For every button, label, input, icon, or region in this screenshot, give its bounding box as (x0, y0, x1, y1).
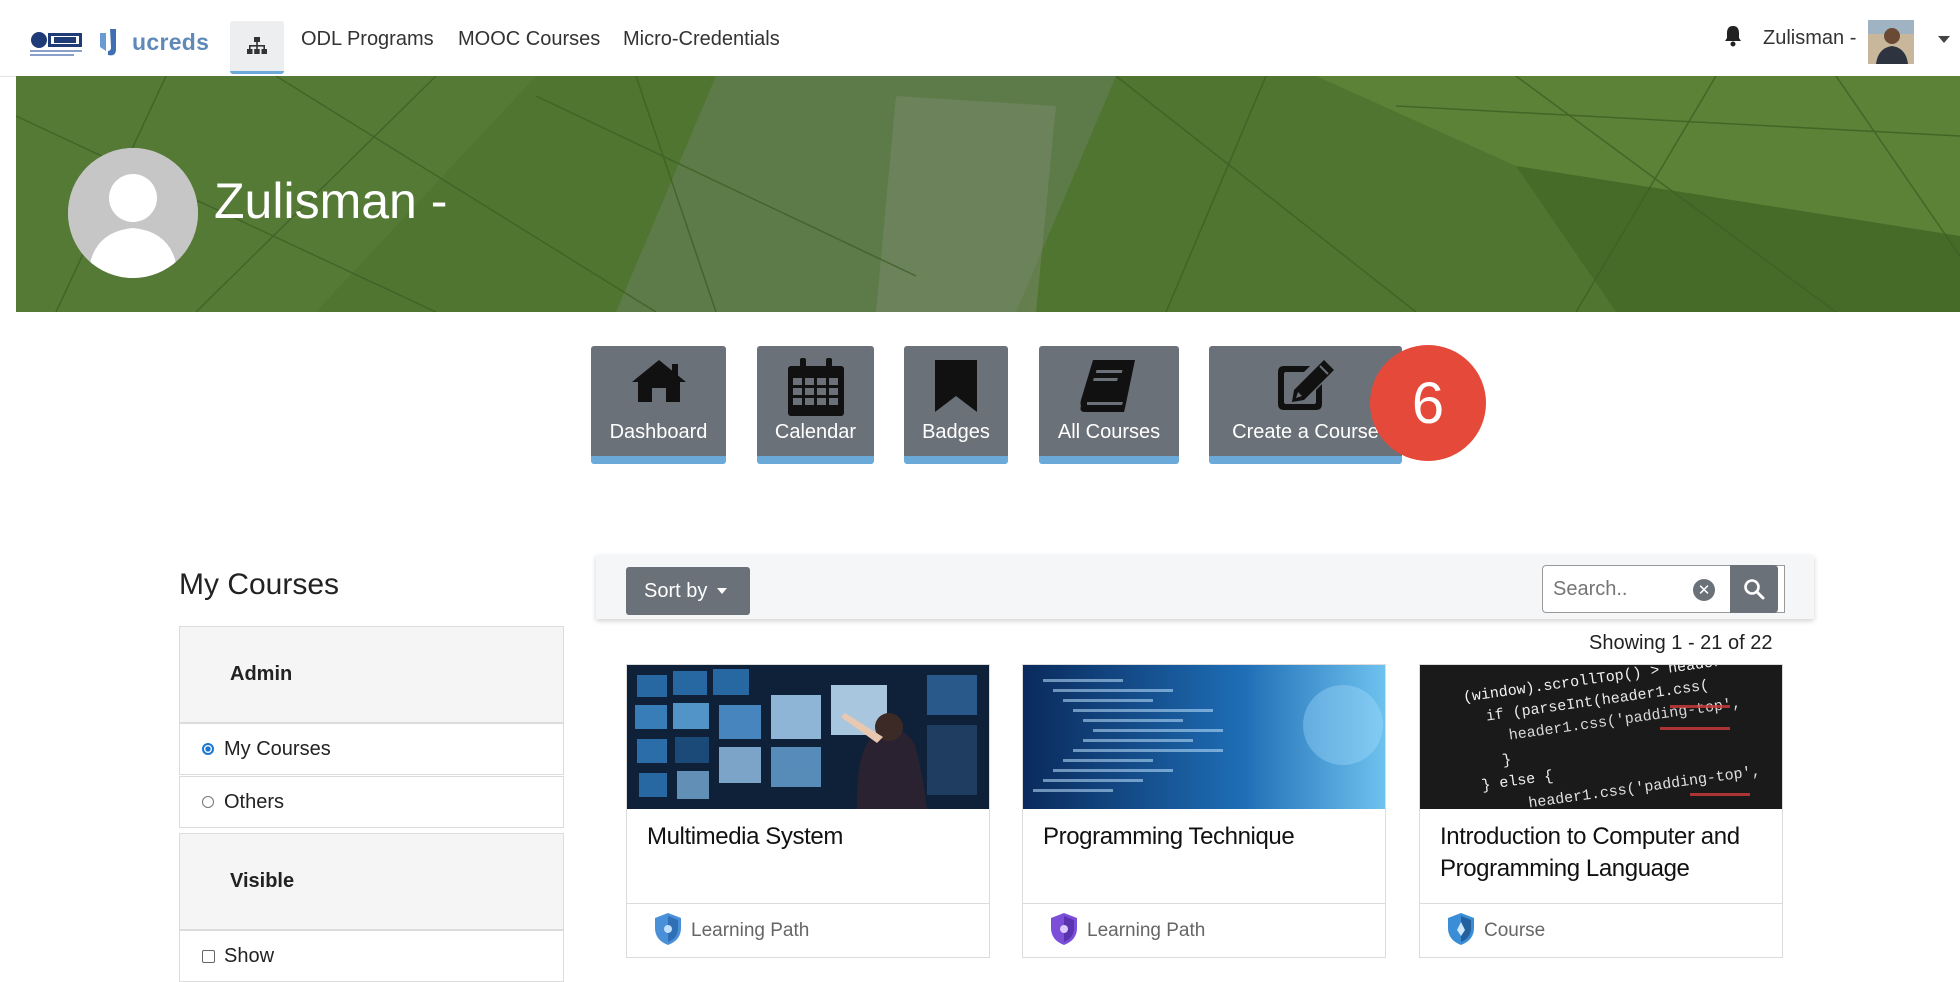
edit-icon (1277, 360, 1334, 410)
sort-by-button[interactable]: Sort by (626, 567, 750, 615)
course-type-label: Learning Path (1087, 920, 1206, 941)
sort-by-label: Sort by (644, 579, 708, 602)
shield-icon (655, 913, 681, 945)
tile-label: All Courses (1057, 421, 1161, 443)
course-toolbar: Sort by ✕ (596, 555, 1814, 619)
ucreds-logo[interactable]: ucreds (98, 26, 209, 58)
tile-dashboard[interactable]: Dashboard (591, 346, 726, 464)
nav-link-micro-credentials[interactable]: Micro-Credentials (623, 28, 780, 51)
course-title[interactable]: Introduction to Computer and Programming… (1440, 821, 1770, 885)
search-icon (1744, 579, 1765, 600)
filter-option-label: Show (224, 945, 275, 967)
nav-link-odl-programs[interactable]: ODL Programs (301, 28, 434, 51)
bookmark-icon (935, 360, 977, 412)
user-avatar[interactable] (1868, 20, 1914, 64)
course-type: Learning Path (1023, 903, 1385, 957)
nav-user-name[interactable]: Zulisman - (1763, 27, 1856, 50)
course-card-intro-computer-programming[interactable]: (window).scrollTop() > header if (parseI… (1419, 664, 1783, 958)
book-icon (1080, 360, 1135, 412)
checkbox[interactable] (202, 950, 215, 963)
tile-badges[interactable]: Badges (904, 346, 1008, 464)
visible-filter-header: Visible (179, 833, 564, 930)
course-type-label: Course (1484, 920, 1546, 941)
tile-label: Dashboard (609, 421, 708, 443)
course-thumbnail[interactable]: (window).scrollTop() > header if (parseI… (1420, 665, 1782, 809)
filter-option-label: My Courses (224, 738, 331, 760)
course-type: Learning Path (627, 903, 989, 957)
radio-button[interactable] (202, 743, 214, 755)
results-count: Showing 1 - 21 of 22 (1589, 632, 1773, 654)
calendar-icon (787, 358, 844, 416)
profile-name: Zulisman - (214, 173, 448, 229)
sitemap-icon (247, 37, 267, 54)
chevron-down-icon[interactable] (1938, 36, 1950, 43)
utm-logo[interactable] (30, 28, 88, 60)
search-button[interactable] (1730, 565, 1778, 613)
course-type: Course (1420, 903, 1782, 957)
course-thumbnail[interactable] (627, 665, 989, 809)
step-number-badge: 6 (1370, 345, 1486, 461)
brand-text: ucreds (132, 28, 210, 55)
profile-avatar[interactable] (68, 148, 198, 278)
course-thumbnail[interactable] (1023, 665, 1385, 809)
caret-down-icon (717, 588, 728, 594)
tile-all-courses[interactable]: All Courses (1039, 346, 1179, 464)
visible-heading: Visible (230, 870, 295, 892)
course-title[interactable]: Programming Technique (1043, 821, 1373, 853)
bell-icon[interactable] (1722, 24, 1744, 48)
shield-icon (1448, 913, 1474, 945)
top-navbar: ucreds ODL Programs MOOC Courses Micro-C… (0, 0, 1960, 77)
tile-label: Create a Course (1232, 421, 1379, 443)
nav-link-mooc-courses[interactable]: MOOC Courses (458, 28, 600, 51)
course-title[interactable]: Multimedia System (647, 821, 977, 853)
tile-label: Badges (922, 421, 990, 443)
filter-option-my-courses[interactable]: My Courses (179, 723, 564, 775)
filter-option-others[interactable]: Others (179, 776, 564, 828)
tile-calendar[interactable]: Calendar (757, 346, 874, 464)
filter-option-label: Others (224, 791, 285, 813)
course-type-label: Learning Path (691, 920, 810, 941)
my-courses-heading: My Courses (179, 568, 340, 601)
tile-label: Calendar (774, 421, 857, 443)
shield-icon (1051, 913, 1077, 945)
radio-button[interactable] (202, 796, 214, 808)
filter-option-show[interactable]: Show (179, 930, 564, 982)
course-card-programming-technique[interactable]: Programming Technique Learning Path (1022, 664, 1386, 958)
course-card-multimedia-system[interactable]: Multimedia System Learning Path (626, 664, 990, 958)
nav-sitemap-button[interactable] (230, 21, 284, 74)
admin-filter-header: Admin (179, 626, 564, 723)
home-icon (631, 360, 686, 402)
search-input[interactable] (1551, 577, 1705, 602)
clear-search-icon[interactable]: ✕ (1693, 579, 1715, 601)
admin-heading: Admin (230, 663, 293, 685)
